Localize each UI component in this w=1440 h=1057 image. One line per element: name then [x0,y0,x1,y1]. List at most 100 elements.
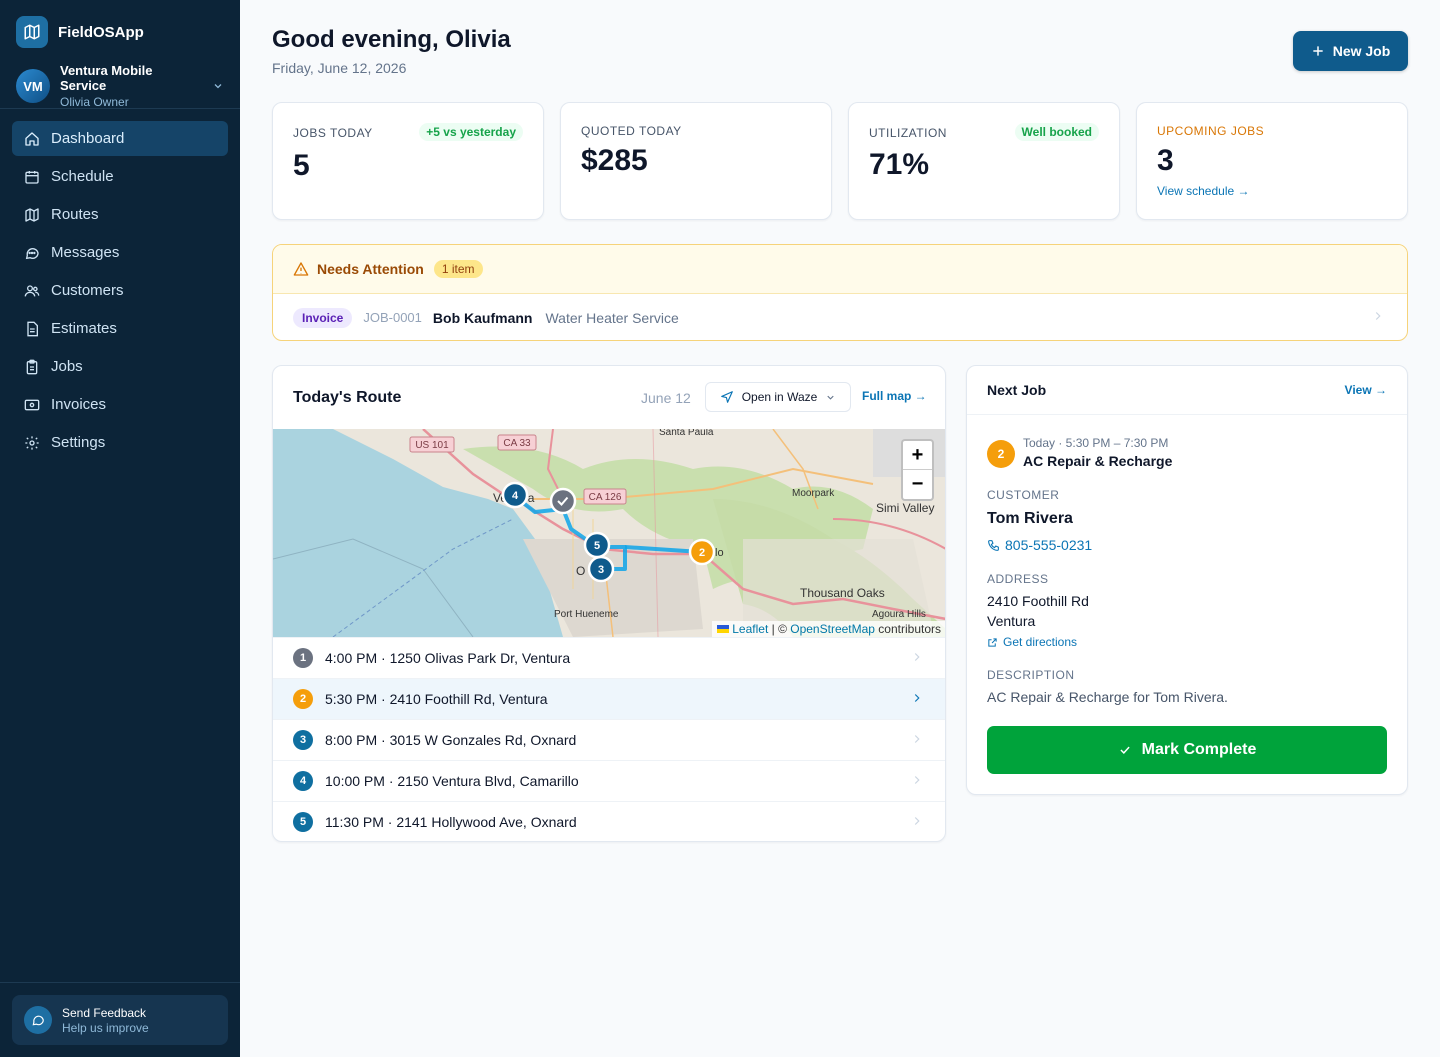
map-label-simi-valley: Simi Valley [876,501,934,515]
map-marker-2[interactable]: 2 [688,538,716,566]
chevron-right-icon [914,653,920,661]
mark-complete-button[interactable]: Mark Complete [987,726,1387,774]
attention-item[interactable]: Invoice JOB-0001 Bob Kaufmann Water Heat… [273,294,1407,340]
document-icon [27,321,38,336]
sidebar-item-invoices[interactable]: Invoices [12,387,228,422]
map-marker-5[interactable]: 5 [583,531,611,559]
sidebar-item-jobs[interactable]: Jobs [12,349,228,384]
stat-label: QUOTED TODAY [581,124,682,138]
map-label-agoura-hills: Agoura Hills [872,609,926,620]
app-name: FieldOSApp [58,23,144,41]
route-map[interactable]: US 101 CA 33 CA 126 Santa Paula Moorpark… [273,429,945,637]
map-label-ca126: CA 126 [589,492,622,503]
stat-label: UPCOMING JOBS [1157,124,1265,138]
sidebar-nav: Dashboard Schedule Routes Messages Custo… [12,121,228,463]
sidebar-item-routes[interactable]: Routes [12,197,228,232]
brand[interactable]: FieldOSApp [16,16,144,48]
new-job-label: New Job [1332,43,1391,59]
stat-badge: +5 vs yesterday [419,123,523,141]
map-marker-4[interactable]: 4 [501,481,529,509]
map-attribution: Leaflet | © OpenStreetMap contributors [712,621,945,637]
sidebar-item-label: Settings [51,434,106,451]
map-marker-3[interactable]: 3 [587,555,615,583]
sidebar: FieldOSApp VM Ventura Mobile Service Oli… [0,0,240,1057]
chat-icon [24,1006,52,1034]
sidebar-item-messages[interactable]: Messages [12,235,228,270]
map-label-thousand-oaks: Thousand Oaks [800,586,885,600]
leaflet-link[interactable]: Leaflet [732,622,768,636]
users-icon [24,284,40,296]
gear-icon [25,435,39,450]
route-stop[interactable]: 1 4:00 PM · 1250 Olivas Park Dr, Ventura [273,637,945,678]
job-service: AC Repair & Recharge [1023,453,1173,469]
map-logo-icon [16,16,48,48]
stat-value: $285 [581,144,648,177]
map-marker-label: 3 [598,564,604,576]
map-label-oxnard: O [576,564,585,578]
phone-number: 805-555-0231 [1005,537,1093,553]
needs-attention-header: Needs Attention 1 item [273,245,1407,294]
map-marker-completed[interactable] [549,487,577,515]
route-stop[interactable]: 5 11:30 PM · 2141 Hollywood Ave, Oxnard [273,801,945,841]
warning-icon [293,262,309,276]
map-label-moorpark: Moorpark [792,488,835,499]
zoom-in-button[interactable]: + [903,441,932,470]
sidebar-item-estimates[interactable]: Estimates [12,311,228,346]
feedback-subtitle: Help us improve [62,1020,149,1035]
sidebar-item-label: Messages [51,244,120,261]
next-job-view-link[interactable]: View → [1345,383,1387,397]
map-marker-label: 2 [699,547,705,559]
route-stop[interactable]: 3 8:00 PM · 3015 W Gonzales Rd, Oxnard [273,719,945,760]
stat-label: UTILIZATION [869,126,947,140]
open-in-waze-button[interactable]: Open in Waze [705,382,851,412]
job-time: Today · 5:30 PM – 7:30 PM [1023,436,1169,450]
sidebar-item-schedule[interactable]: Schedule [12,159,228,194]
stop-number: 2 [293,689,313,709]
waze-label: Open in Waze [741,390,818,404]
customer-phone-link[interactable]: 805-555-0231 [987,537,1092,553]
stop-number: 3 [293,730,313,750]
invoice-icon [24,399,40,410]
sidebar-item-settings[interactable]: Settings [12,425,228,460]
stop-number: 1 [293,648,313,668]
stop-text: 8:00 PM · 3015 W Gonzales Rd, Oxnard [325,732,577,748]
attribution-separator: | © [768,622,791,636]
sidebar-item-label: Routes [51,206,99,223]
page-title: Good evening, Olivia [272,26,511,53]
route-stop[interactable]: 2 5:30 PM · 2410 Foothill Rd, Ventura [273,678,945,719]
description-label: DESCRIPTION [987,668,1075,682]
sidebar-divider [0,982,240,983]
stat-value: 71% [869,148,930,181]
stat-value: 5 [293,149,310,182]
send-feedback-button[interactable]: Send Feedback Help us improve [12,995,228,1045]
osm-link[interactable]: OpenStreetMap [790,622,875,636]
stop-text: 4:00 PM · 1250 Olivas Park Dr, Ventura [325,650,571,666]
chevron-right-icon [1375,312,1381,320]
clipboard-icon [26,359,38,374]
route-stop[interactable]: 4 10:00 PM · 2150 Ventura Blvd, Camarill… [273,760,945,801]
zoom-out-button[interactable]: − [903,470,932,499]
feedback-title: Send Feedback [62,1005,147,1020]
new-job-button[interactable]: New Job [1293,31,1408,71]
full-map-link[interactable]: Full map → [862,389,927,403]
org-switcher[interactable]: VM Ventura Mobile Service Olivia Owner [16,63,224,109]
get-directions-link[interactable]: Get directions [987,635,1077,649]
view-schedule-link[interactable]: View schedule → [1157,184,1250,198]
next-job-card: Next Job View → 2 Today · 5:30 PM – 7:30… [966,365,1408,795]
sidebar-item-label: Estimates [51,320,117,337]
stat-card-upcoming-jobs: UPCOMING JOBS 3 View schedule → [1136,102,1408,220]
chevron-right-icon [914,776,920,784]
stat-card-jobs-today: JOBS TODAY +5 vs yesterday 5 [272,102,544,220]
sidebar-item-dashboard[interactable]: Dashboard [12,121,228,156]
job-description: AC Repair & Recharge for Tom Rivera. [987,689,1228,705]
home-icon [25,131,39,146]
stop-text: 5:30 PM · 2410 Foothill Rd, Ventura [325,691,548,707]
route-title: Today's Route [293,389,402,406]
address-line-2: Ventura [987,613,1036,629]
sidebar-item-customers[interactable]: Customers [12,273,228,308]
check-icon [1120,746,1130,754]
map-label-santa-paula: Santa Paula [659,429,714,438]
route-date: June 12 [641,390,691,406]
org-user: Olivia Owner [60,95,129,109]
chevron-down-icon [827,395,834,400]
